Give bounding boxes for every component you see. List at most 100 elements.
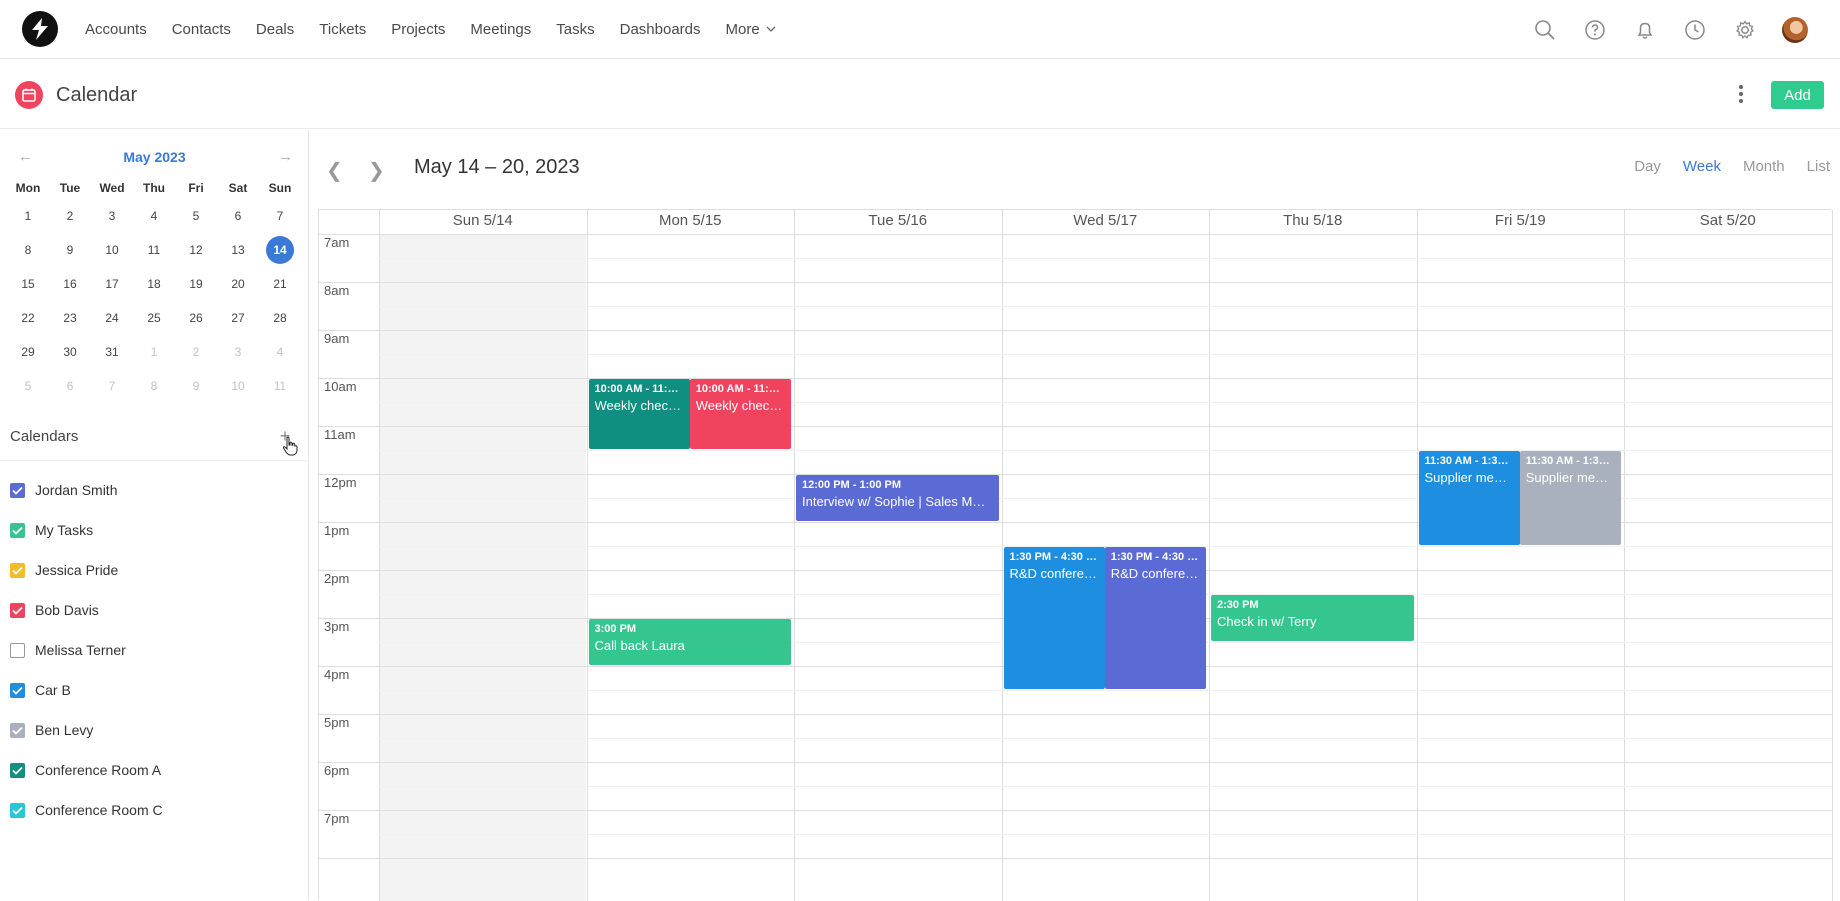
mini-day[interactable]: 9 [175,379,217,393]
calendar-event[interactable]: 11:30 AM - 1:30 PM Supplier meeting [1418,451,1520,545]
checkbox[interactable] [10,802,25,818]
hour-line [319,858,1832,859]
view-tab[interactable]: Week [1683,158,1721,175]
add-button[interactable]: Add [1771,81,1824,109]
mini-day[interactable]: 20 [217,277,259,291]
mini-day[interactable]: 30 [49,345,91,359]
mini-day[interactable]: 6 [49,379,91,393]
help-icon[interactable] [1570,0,1620,59]
calendar-item[interactable]: Car B [10,670,300,710]
mini-day[interactable]: 8 [133,379,175,393]
mini-day[interactable]: 5 [7,379,49,393]
mini-day[interactable]: 5 [175,209,217,223]
time-label: 7am [324,235,350,250]
calendar-event[interactable]: 11:30 AM - 1:30 PM Supplier meeting [1519,451,1621,545]
mini-day[interactable]: 2 [175,345,217,359]
clock-icon[interactable] [1670,0,1720,59]
mini-day[interactable]: 10 [91,243,133,257]
mini-day[interactable]: 19 [175,277,217,291]
chevron-right-icon[interactable]: ❯ [368,158,385,183]
mini-day[interactable]: 3 [91,209,133,223]
search-icon[interactable] [1520,0,1570,59]
checkbox[interactable] [10,722,25,738]
nav-tickets[interactable]: Tickets [319,21,366,38]
chevron-left-icon[interactable]: ❮ [326,158,343,183]
gear-icon[interactable] [1720,0,1770,59]
nav-accounts[interactable]: Accounts [85,21,147,38]
mini-day-today[interactable]: 14 [259,236,301,264]
mini-day[interactable]: 13 [217,243,259,257]
mini-day[interactable]: 16 [49,277,91,291]
time-label: 10am [324,379,357,394]
mini-day[interactable]: 1 [7,209,49,223]
calendar-event[interactable]: 3:00 PM Call back Laura [588,619,791,665]
mini-day[interactable]: 31 [91,345,133,359]
mini-day[interactable]: 6 [217,209,259,223]
mini-day[interactable]: 23 [49,311,91,325]
mini-day[interactable]: 26 [175,311,217,325]
mini-day[interactable]: 12 [175,243,217,257]
mini-day[interactable]: 21 [259,277,301,291]
mini-day[interactable]: 29 [7,345,49,359]
mini-day[interactable]: 8 [7,243,49,257]
mini-day[interactable]: 11 [259,379,301,393]
mini-day[interactable]: 3 [217,345,259,359]
checkbox[interactable] [10,682,25,698]
calendar-event[interactable]: 10:00 AM - 11:30 AM Weekly check-in [689,379,791,449]
mini-day[interactable]: 28 [259,311,301,325]
mini-day[interactable]: 18 [133,277,175,291]
mini-day[interactable]: 11 [133,243,175,257]
mini-day[interactable]: 17 [91,277,133,291]
calendar-item[interactable]: Conference Room A [10,750,300,790]
calendar-item[interactable]: Jordan Smith [10,470,300,510]
mini-day[interactable]: 7 [259,209,301,223]
calendar-item[interactable]: Bob Davis [10,590,300,630]
calendar-event[interactable]: 2:30 PM Check in w/ Terry [1211,595,1414,641]
mini-calendar-month[interactable]: May 2023 [0,149,309,165]
mini-day[interactable]: 22 [7,311,49,325]
bell-icon[interactable] [1620,0,1670,59]
view-tab[interactable]: Day [1634,158,1661,175]
calendar-event[interactable]: 1:30 PM - 4:30 PM R&D conference [1104,547,1206,689]
view-tab[interactable]: Month [1743,158,1785,175]
nav-tasks[interactable]: Tasks [556,21,594,38]
nav-projects[interactable]: Projects [391,21,445,38]
calendar-item[interactable]: Melissa Terner [10,630,300,670]
mini-day[interactable]: 27 [217,311,259,325]
more-options-icon[interactable] [1734,80,1748,108]
mini-day[interactable]: 24 [91,311,133,325]
mini-day[interactable]: 1 [133,345,175,359]
checkbox[interactable] [10,642,25,658]
app-logo[interactable] [22,11,58,47]
mini-day[interactable]: 25 [133,311,175,325]
calendar-event[interactable]: 1:30 PM - 4:30 PM R&D conference [1003,547,1105,689]
checkbox[interactable] [10,602,25,618]
nav-contacts[interactable]: Contacts [172,21,231,38]
mini-day[interactable]: 2 [49,209,91,223]
nav-dashboards[interactable]: Dashboards [620,21,701,38]
mini-day[interactable]: 7 [91,379,133,393]
calendar-item-label: Jessica Pride [35,562,119,578]
calendar-event[interactable]: 12:00 PM - 1:00 PM Interview w/ Sophie | … [796,475,999,521]
calendar-item[interactable]: Jessica Pride [10,550,300,590]
mini-day[interactable]: 15 [7,277,49,291]
nav-meetings[interactable]: Meetings [470,21,531,38]
mini-day[interactable]: 4 [259,345,301,359]
view-tab[interactable]: List [1807,158,1830,175]
mini-day[interactable]: 4 [133,209,175,223]
calendar-event[interactable]: 10:00 AM - 11:30 AM Weekly check-in [588,379,690,449]
checkbox[interactable] [10,762,25,778]
calendar-item[interactable]: Ben Levy [10,710,300,750]
nav-more-dropdown[interactable]: More [726,21,776,38]
user-avatar[interactable] [1770,0,1820,59]
checkbox[interactable] [10,562,25,578]
calendar-item[interactable]: Conference Room C [10,790,300,830]
mini-day[interactable]: 10 [217,379,259,393]
calendar-item[interactable]: My Tasks [10,510,300,550]
checkbox[interactable] [10,482,25,498]
checkbox[interactable] [10,522,25,538]
nav-deals[interactable]: Deals [256,21,294,38]
mini-day[interactable]: 9 [49,243,91,257]
arrow-right-icon[interactable]: → [278,148,293,165]
half-hour-line [379,258,1832,259]
